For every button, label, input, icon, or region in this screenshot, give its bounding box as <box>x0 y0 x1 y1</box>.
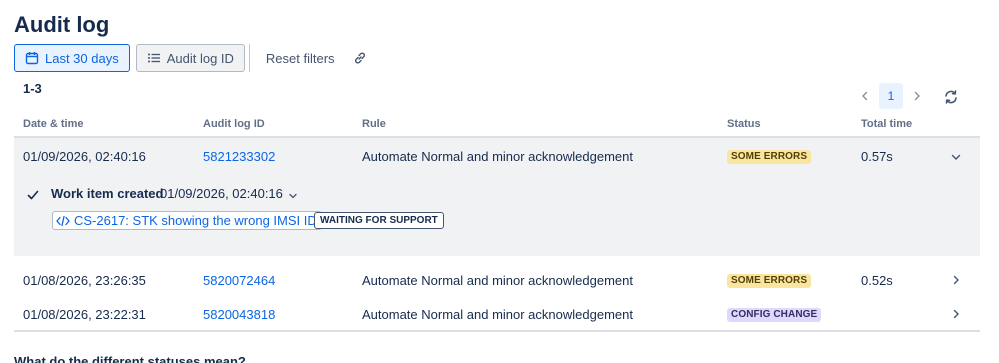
detail-action-title: Work item created <box>51 186 164 201</box>
row-audit-log-id-link[interactable]: 5820072464 <box>203 273 275 288</box>
chevron-down-icon <box>951 152 961 162</box>
results-range: 1-3 <box>23 81 42 96</box>
reset-filters-button[interactable]: Reset filters <box>258 44 343 72</box>
row-total-time: 0.57s <box>861 149 893 164</box>
refresh-icon <box>943 89 959 105</box>
check-icon <box>27 188 39 200</box>
column-header-status: Status <box>727 118 761 130</box>
refresh-button[interactable] <box>942 88 960 106</box>
column-header-date: Date & time <box>23 118 84 130</box>
column-header-rule: Rule <box>362 118 386 130</box>
expand-row-button[interactable] <box>949 273 963 287</box>
table-row[interactable]: 01/08/2026, 23:22:31 5820043818 Automate… <box>14 298 980 330</box>
expand-row-button[interactable] <box>949 307 963 321</box>
audit-log-id-filter-label: Audit log ID <box>166 50 234 66</box>
row-datetime: 01/08/2026, 23:22:31 <box>23 307 146 322</box>
work-item-status-badge: WAITING FOR SUPPORT <box>314 212 444 229</box>
table-bottom-divider <box>14 330 980 332</box>
row-audit-log-id-link[interactable]: 5820043818 <box>203 307 275 322</box>
audit-log-id-filter-button[interactable]: Audit log ID <box>135 44 245 72</box>
toolbar-divider <box>248 44 250 72</box>
status-badge: SOME ERRORS <box>727 150 812 164</box>
row-audit-log-id-link[interactable]: 5821233302 <box>203 149 275 164</box>
link-icon <box>353 51 367 65</box>
work-item-title: CS-2617: STK showing the wrong IMSI ID <box>74 213 317 228</box>
row-datetime: 01/08/2026, 23:26:35 <box>23 273 146 288</box>
status-badge: CONFIG CHANGE <box>727 308 822 322</box>
page-1-button[interactable]: 1 <box>879 83 903 109</box>
page-title: Audit log <box>14 12 110 37</box>
chevron-right-icon <box>951 275 961 285</box>
copy-link-button[interactable] <box>345 44 375 72</box>
table-row[interactable]: 01/08/2026, 23:26:35 5820072464 Automate… <box>14 264 980 296</box>
chevron-right-icon <box>951 309 961 319</box>
table-row[interactable]: 01/09/2026, 02:40:16 5821233302 Automate… <box>14 138 980 256</box>
statuses-help-toggle[interactable]: What do the different statuses mean? <box>14 354 246 363</box>
calendar-icon <box>25 51 39 65</box>
row-datetime: 01/09/2026, 02:40:16 <box>23 149 146 164</box>
list-icon <box>147 51 161 65</box>
collapse-row-button[interactable] <box>949 150 963 164</box>
date-range-filter-button[interactable]: Last 30 days <box>14 44 130 72</box>
chevron-down-icon <box>288 191 298 201</box>
date-range-filter-label: Last 30 days <box>45 50 119 66</box>
column-header-audit-log-id: Audit log ID <box>203 118 265 130</box>
row-rule: Automate Normal and minor acknowledgemen… <box>362 273 633 288</box>
next-page-button[interactable] <box>908 83 926 109</box>
previous-page-button[interactable] <box>856 83 874 109</box>
code-icon <box>56 215 70 227</box>
chevron-left-icon <box>860 91 870 101</box>
chevron-right-icon <box>912 91 922 101</box>
work-item-link[interactable]: CS-2617: STK showing the wrong IMSI ID <box>52 211 322 230</box>
detail-expand-button[interactable] <box>288 188 300 200</box>
filter-toolbar: Last 30 days Audit log ID Reset filters <box>14 44 375 72</box>
row-rule: Automate Normal and minor acknowledgemen… <box>362 307 633 322</box>
column-header-total-time: Total time <box>861 118 913 130</box>
detail-action-time: 01/09/2026, 02:40:16 <box>160 186 283 201</box>
row-rule: Automate Normal and minor acknowledgemen… <box>362 149 633 164</box>
row-total-time: 0.52s <box>861 273 893 288</box>
status-badge: SOME ERRORS <box>727 274 812 288</box>
